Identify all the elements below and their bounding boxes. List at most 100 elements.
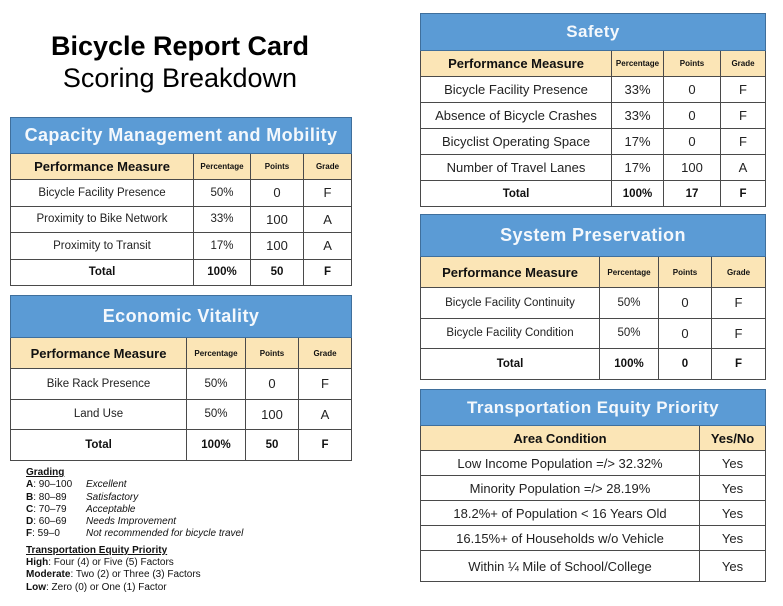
equity-priority-heading: Transportation Equity Priority <box>26 544 168 556</box>
table-row: Bike Rack Presence 50% 0 F <box>10 368 353 400</box>
header-row: Area Condition Yes/No <box>420 425 767 451</box>
grade-cell: A <box>720 154 766 181</box>
measure-cell: Number of Travel Lanes <box>420 154 612 181</box>
grade-cell: F <box>710 287 767 319</box>
yesno-cell: Yes <box>698 500 767 526</box>
grade-cell: F <box>720 76 766 103</box>
col-points: Points <box>245 337 299 369</box>
measure-cell: Bicycle Facility Presence <box>10 179 194 207</box>
grade-cell: A <box>297 398 353 430</box>
condition-cell: Minority Population =/> 28.19% <box>420 475 700 501</box>
priority-level: High <box>26 557 49 569</box>
priority-text: : Zero (0) or One (1) Factor <box>46 581 167 593</box>
total-label: Total <box>10 429 187 461</box>
yesno-cell: Yes <box>698 475 767 501</box>
table-row: 16.15%+ of Households w/o Vehicle Yes <box>420 525 767 551</box>
measure-cell: Proximity to Bike Network <box>10 205 194 233</box>
col-measure: Performance Measure <box>10 153 194 180</box>
total-points: 17 <box>663 180 721 207</box>
priority-legend-item: High: Four (4) or Five (5) Factors <box>26 557 243 569</box>
percentage-cell: 17% <box>193 232 251 260</box>
table-title: Transportation Equity Priority <box>419 389 767 426</box>
measure-cell: Proximity to Transit <box>10 232 194 260</box>
grade-range: : 70–79 <box>33 503 67 515</box>
grade-cell: F <box>710 317 767 349</box>
grade-legend-item: C: 70–79 Acceptable <box>26 504 243 516</box>
grade-range: : 60–69 <box>33 516 67 528</box>
total-percentage: 100% <box>611 180 664 207</box>
points-cell: 0 <box>245 368 299 400</box>
col-points: Points <box>658 256 712 288</box>
total-points: 50 <box>250 258 304 286</box>
col-points: Points <box>250 153 304 180</box>
grade-cell: A <box>302 232 353 260</box>
grade-legend-item: F: 59–0 Not recommended for bicycle trav… <box>26 528 243 540</box>
table-row: Minority Population =/> 28.19% Yes <box>420 475 767 501</box>
table-row: Number of Travel Lanes 17% 100 A <box>420 154 766 181</box>
col-measure: Performance Measure <box>420 50 612 77</box>
col-measure: Performance Measure <box>10 337 187 369</box>
table-title: Safety <box>420 13 766 51</box>
grade-description: Acceptable <box>86 503 136 515</box>
table-row: Bicycle Facility Continuity 50% 0 F <box>420 287 767 319</box>
table-row: Bicycle Facility Presence 50% 0 F <box>10 179 353 207</box>
points-cell: 100 <box>250 205 304 233</box>
points-cell: 100 <box>250 232 304 260</box>
table-row: Bicycle Facility Condition 50% 0 F <box>420 317 767 349</box>
total-grade: F <box>710 348 767 380</box>
priority-legend-item: Moderate: Two (2) or Three (3) Factors <box>26 569 243 581</box>
percentage-cell: 33% <box>611 102 664 129</box>
grade-legend-item: D: 60–69 Needs Improvement <box>26 516 243 528</box>
table-row: Land Use 50% 100 A <box>10 398 353 430</box>
percentage-cell: 17% <box>611 154 664 181</box>
grade-legend-item: A: 90–100 Excellent <box>26 479 243 491</box>
total-grade: F <box>297 429 353 461</box>
points-cell: 0 <box>658 317 712 349</box>
economic-vitality-table: Economic Vitality Performance Measure Pe… <box>9 295 353 461</box>
measure-cell: Bike Rack Presence <box>10 368 187 400</box>
condition-cell: Within ¼ Mile of School/College <box>420 550 700 582</box>
total-label: Total <box>420 180 612 207</box>
col-grade: Grade <box>297 337 353 369</box>
col-grade: Grade <box>720 50 766 77</box>
condition-cell: 18.2%+ of Population < 16 Years Old <box>420 500 700 526</box>
points-cell: 0 <box>663 76 721 103</box>
header-row: Performance Measure Percentage Points Gr… <box>420 256 767 288</box>
measure-cell: Land Use <box>10 398 187 430</box>
total-row: Total 100% 0 F <box>420 348 767 380</box>
total-percentage: 100% <box>599 348 659 380</box>
yesno-cell: Yes <box>698 450 767 476</box>
priority-text: : Two (2) or Three (3) Factors <box>70 569 201 581</box>
total-row: Total 100% 17 F <box>420 180 766 207</box>
total-grade: F <box>720 180 766 207</box>
table-title: System Preservation <box>419 214 767 257</box>
points-cell: 100 <box>663 154 721 181</box>
grade-cell: F <box>302 179 353 207</box>
grade-legend-item: B: 80–89 Satisfactory <box>26 492 243 504</box>
col-condition: Area Condition <box>420 425 700 451</box>
grade-cell: A <box>302 205 353 233</box>
total-label: Total <box>420 348 600 380</box>
total-label: Total <box>10 258 194 286</box>
col-points: Points <box>663 50 721 77</box>
percentage-cell: 33% <box>193 205 251 233</box>
grade-description: Satisfactory <box>86 491 139 503</box>
total-row: Total 100% 50 F <box>10 429 353 461</box>
report-subtitle: Scoring Breakdown <box>62 63 298 93</box>
priority-legend-item: Low: Zero (0) or One (1) Factor <box>26 582 243 594</box>
priority-level: Moderate <box>26 569 71 581</box>
percentage-cell: 50% <box>599 317 659 349</box>
condition-cell: Low Income Population =/> 32.32% <box>420 450 700 476</box>
legend: Grading A: 90–100 Excellent B: 80–89 Sat… <box>26 467 243 594</box>
grade-description: Not recommended for bicycle travel <box>86 528 244 540</box>
table-row: Bicyclist Operating Space 17% 0 F <box>420 128 766 155</box>
col-measure: Performance Measure <box>420 256 600 288</box>
report-title: Bicycle Report Card <box>50 31 310 61</box>
priority-text: : Four (4) or Five (5) Factors <box>48 557 174 569</box>
grade-cell: F <box>720 128 766 155</box>
points-cell: 0 <box>663 128 721 155</box>
col-percentage: Percentage <box>611 50 664 77</box>
table-row: 18.2%+ of Population < 16 Years Old Yes <box>420 500 767 526</box>
grade-cell: F <box>720 102 766 129</box>
yesno-cell: Yes <box>698 550 767 582</box>
